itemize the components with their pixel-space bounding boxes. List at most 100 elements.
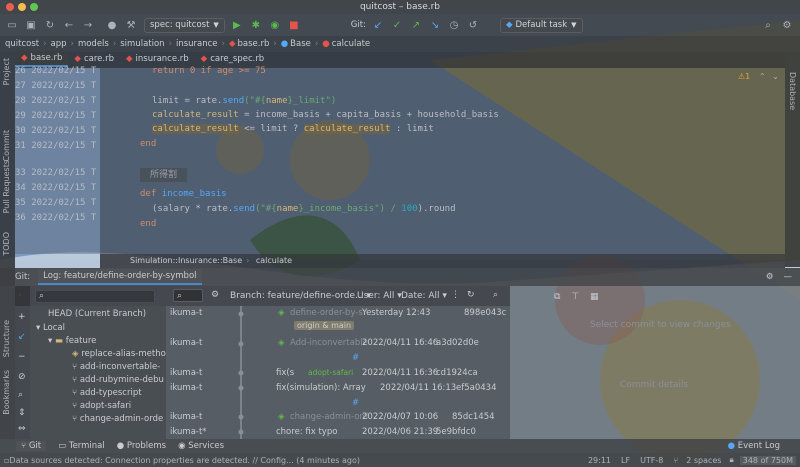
pull-icon[interactable]: ↘: [428, 18, 442, 32]
cursor-position[interactable]: 29:11: [588, 456, 611, 465]
folder-icon[interactable]: ▭: [5, 18, 19, 32]
log-search-input[interactable]: ⌕: [173, 289, 203, 302]
bookmarks-tool-button[interactable]: Bookmarks: [2, 370, 11, 415]
commit-row[interactable]: ikuma-t fix(s adopt-safari 2022/04/11 16…: [166, 366, 510, 381]
event-log-button[interactable]: ● Event Log: [728, 441, 780, 451]
merge-icon[interactable]: ⧉: [554, 292, 560, 302]
commit-row[interactable]: ikuma-t ◈ define-order-by-s Yesterday 12…: [166, 306, 510, 321]
add-icon[interactable]: +: [18, 312, 26, 322]
search-icon[interactable]: ⌕: [493, 290, 498, 300]
gear-icon[interactable]: ⚙: [766, 272, 774, 282]
commit-check-icon[interactable]: ✓: [390, 18, 404, 32]
user-filter[interactable]: User: All ▾: [357, 291, 402, 301]
warning-indicator[interactable]: ⚠1 ⌃ ⌄: [738, 72, 779, 81]
minimize-window-button[interactable]: [18, 3, 26, 11]
structure-tool-button[interactable]: Structure: [2, 320, 11, 357]
update-project-icon[interactable]: ↙: [371, 18, 385, 32]
close-window-button[interactable]: [6, 3, 14, 11]
todo-tool-button[interactable]: TODO: [2, 232, 11, 256]
doc-comment: 所得割: [140, 168, 188, 182]
refresh-icon[interactable]: ↻: [467, 290, 475, 300]
tree-branch[interactable]: ⑂ add-inconvertable-: [72, 361, 160, 374]
delete-icon[interactable]: −: [18, 352, 26, 362]
pull-requests-tool-button[interactable]: Pull Requests: [2, 160, 11, 213]
debug-icon[interactable]: ✱: [249, 18, 263, 32]
branch-filter[interactable]: Branch: feature/define-orde... ▾: [230, 291, 371, 301]
commit-row[interactable]: ikuma-t fix(simulation): Array 2022/04/1…: [166, 381, 510, 396]
line-separator[interactable]: LF: [621, 456, 630, 465]
database-tool-button[interactable]: Database: [788, 72, 797, 110]
crumb-class-path[interactable]: Simulation::Insurance::Base: [130, 256, 242, 265]
run-config-select[interactable]: spec: quitcost ▼: [144, 17, 225, 33]
crumb-class[interactable]: Base: [290, 39, 311, 49]
tree-head[interactable]: HEAD (Current Branch): [48, 308, 146, 321]
tree-branch[interactable]: ◈ replace-alias-metho: [72, 348, 166, 361]
coverage-icon[interactable]: ◉: [268, 18, 282, 32]
commit-row[interactable]: ikuma-t ◈ change-admin-ord 2022/04/07 10…: [166, 410, 510, 425]
filter-icon[interactable]: ⊤: [571, 292, 579, 302]
git-branch-icon[interactable]: ⑂: [673, 456, 678, 465]
forward-icon[interactable]: →: [81, 18, 95, 32]
default-task-select[interactable]: ◆ Default task ▼: [499, 17, 583, 33]
chevron-up-icon[interactable]: ⌃: [759, 72, 766, 81]
settings-icon[interactable]: ⚙: [780, 18, 794, 32]
lock-icon[interactable]: 🔒︎: [729, 455, 733, 465]
commit-row[interactable]: #: [166, 396, 510, 411]
commit-tool-button[interactable]: Commit: [2, 130, 11, 161]
commit-row[interactable]: ikuma-t* chore: fix typo 2022/04/06 21:3…: [166, 425, 510, 440]
tree-local[interactable]: ▾ Local: [36, 322, 65, 335]
sync-icon[interactable]: ↻: [43, 18, 57, 32]
back-icon[interactable]: ←: [62, 18, 76, 32]
chevron-down-icon[interactable]: ⌄: [772, 72, 779, 81]
crumb-file[interactable]: base.rb: [237, 39, 269, 49]
tab-problems[interactable]: ● Problems: [117, 441, 166, 451]
crumb-simulation[interactable]: simulation: [120, 39, 164, 49]
main-toolbar: ▭ ▣ ↻ ← → ● ⚒ spec: quitcost ▼ ▶ ✱ ◉ ■ G…: [0, 14, 800, 36]
user-icon[interactable]: ●: [105, 18, 119, 32]
history-icon[interactable]: ◷: [447, 18, 461, 32]
update-icon[interactable]: ↙: [18, 332, 26, 342]
tab-terminal[interactable]: ▭ Terminal: [58, 441, 105, 451]
layout-icon[interactable]: ▦: [590, 292, 599, 302]
indent-setting[interactable]: 2 spaces: [686, 456, 721, 465]
minimize-icon[interactable]: —: [784, 272, 793, 282]
options-gear-icon[interactable]: ⚙: [211, 290, 219, 300]
run-icon[interactable]: ▶: [230, 18, 244, 32]
crumb-method[interactable]: calculate: [332, 39, 370, 49]
tree-branch[interactable]: ⑂ change-admin-orde: [72, 413, 163, 426]
project-tool-button[interactable]: Project: [2, 58, 11, 85]
branch-search-input[interactable]: ⌕: [35, 290, 155, 303]
tag-icon[interactable]: ⊘: [18, 372, 26, 382]
commit-row[interactable]: ikuma-t ◈ Add-inconvertable 2022/04/11 1…: [166, 336, 510, 351]
rollback-icon[interactable]: ↺: [466, 18, 480, 32]
crumb-method-name[interactable]: calculate: [256, 256, 292, 265]
tree-branch[interactable]: ⑂ adopt-safari: [72, 400, 131, 413]
search-icon[interactable]: ⌕: [761, 18, 775, 32]
date-filter[interactable]: Date: All ▾: [401, 291, 447, 301]
crumb-project[interactable]: quitcost: [5, 39, 39, 49]
crumb-models[interactable]: models: [78, 39, 109, 49]
save-icon[interactable]: ▣: [24, 18, 38, 32]
commit-row[interactable]: #: [166, 351, 510, 366]
collapse-icon[interactable]: ⇔: [18, 424, 26, 434]
status-message[interactable]: Data sources detected: Connection proper…: [9, 456, 360, 465]
stop-icon[interactable]: ■: [287, 18, 301, 32]
crumb-app[interactable]: app: [51, 39, 67, 49]
tree-branch[interactable]: ⑂ add-rubymine-debu: [72, 374, 164, 387]
push-icon[interactable]: ↗: [409, 18, 423, 32]
file-encoding[interactable]: UTF-8: [640, 456, 663, 465]
branch-icon: ⑂: [72, 414, 80, 424]
expand-icon[interactable]: ⇕: [18, 408, 26, 418]
search-icon[interactable]: ⌕: [18, 390, 23, 400]
code-editor[interactable]: return 0 if age >= 75 limit = rate.send(…: [100, 66, 785, 254]
cherry-pick-icon[interactable]: ⋮: [451, 290, 460, 300]
tree-branch[interactable]: ⑂ add-typescript: [72, 387, 142, 400]
tab-services[interactable]: ◉ Services: [178, 441, 224, 451]
git-log-tab[interactable]: Log: feature/define-order-by-symbol: [38, 269, 202, 285]
tab-git[interactable]: ⑂ Git: [16, 441, 47, 451]
zoom-window-button[interactable]: [30, 3, 38, 11]
crumb-insurance[interactable]: insurance: [176, 39, 218, 49]
memory-indicator[interactable]: 348 of 750M: [739, 455, 796, 465]
build-icon[interactable]: ⚒: [124, 18, 138, 32]
tree-feature-folder[interactable]: ▾ ▬ feature: [48, 335, 96, 348]
